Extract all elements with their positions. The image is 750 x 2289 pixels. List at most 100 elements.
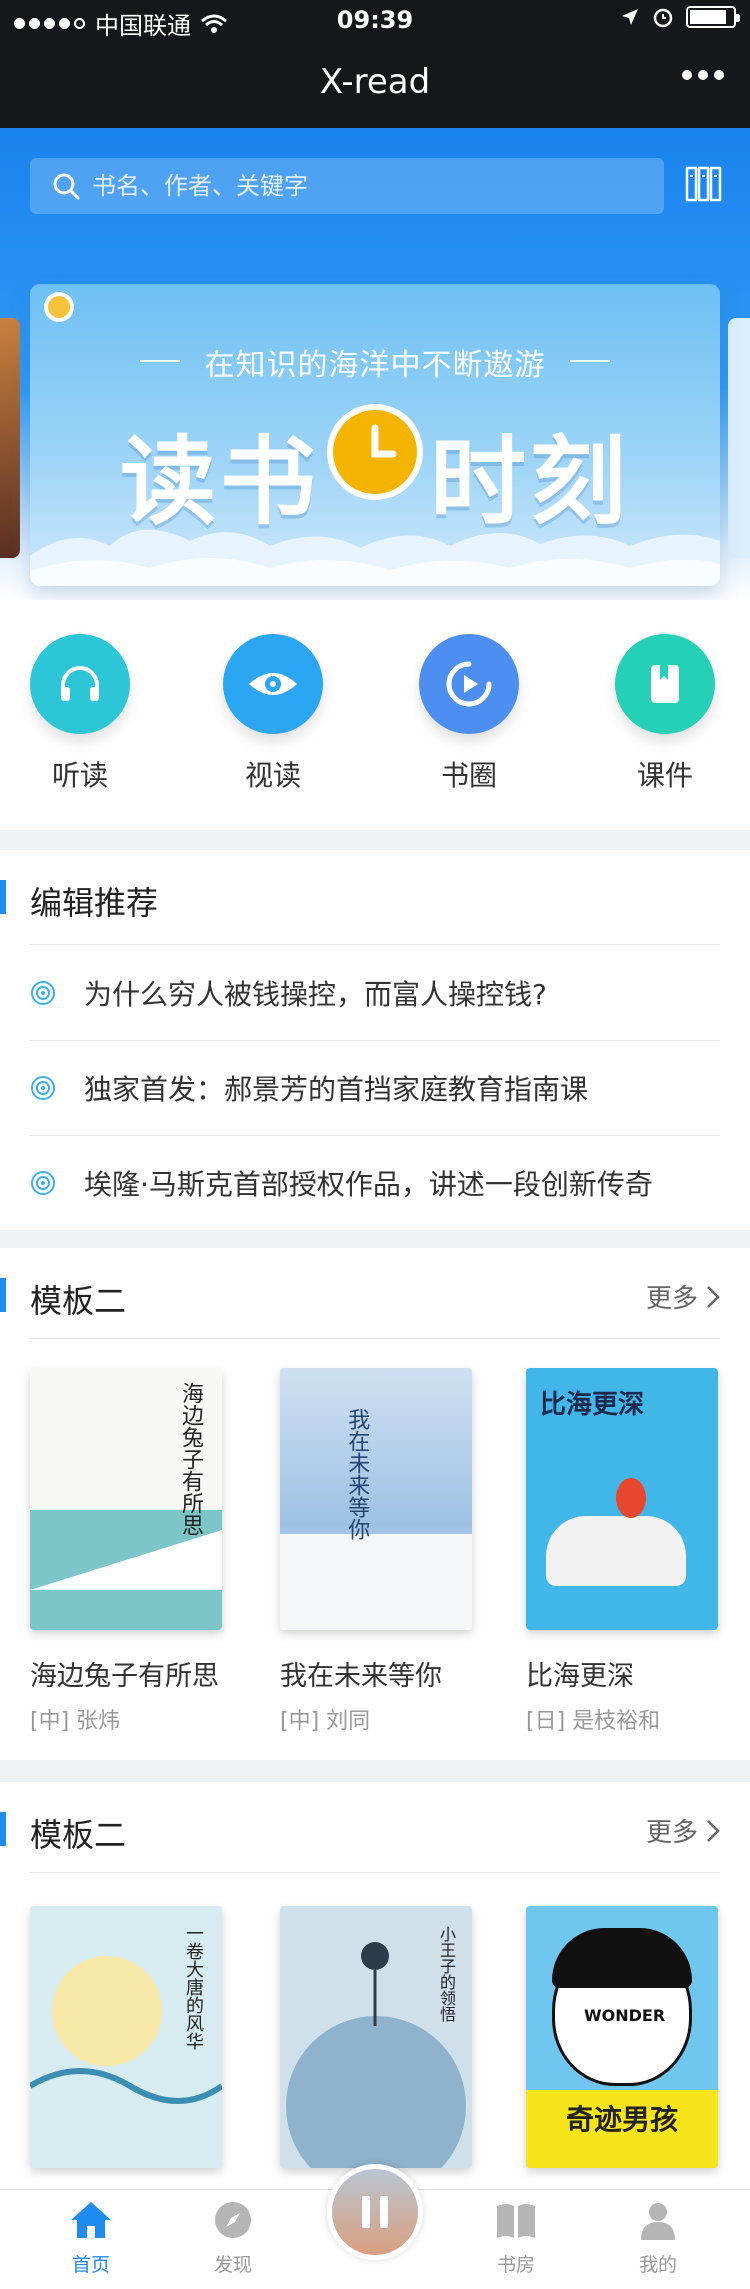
- banner-carousel-slide[interactable]: 在知识的海洋中不断遨游 读书 时刻: [30, 284, 720, 586]
- book-cover: 比海更深: [526, 1368, 718, 1630]
- section-header: 模板二 更多: [0, 1248, 750, 1344]
- cover-art: [552, 1928, 692, 1988]
- app-title: X-read: [319, 62, 431, 102]
- tab-label: 我的: [638, 2254, 677, 2276]
- template-section-1: 模板二 更多 海边兔子有所思 海边兔子有所思 [中] 张炜 我在未来等你 我在未…: [0, 1248, 750, 1760]
- section-title: 编辑推荐: [30, 884, 159, 922]
- section-header: 编辑推荐: [0, 850, 750, 946]
- banner-subtitle: 在知识的海洋中不断遨游: [204, 348, 546, 383]
- book-cover: 我在未来等你: [280, 1368, 472, 1630]
- quick-actions: 听读 视读 书圈 课件: [0, 600, 750, 830]
- audio-wave-icon: [31, 1076, 55, 1100]
- cover-title: 我在未来等你: [344, 1408, 370, 1540]
- book-author: [中] 刘同: [280, 1709, 371, 1734]
- tab-label: 发现: [213, 2254, 252, 2276]
- audio-wave-icon: [31, 981, 55, 1005]
- more-label: 更多: [645, 1818, 698, 1848]
- cover-art: [546, 1516, 686, 1586]
- hero-header: 在知识的海洋中不断遨游 读书时刻: [0, 128, 750, 600]
- eye-icon: [223, 634, 323, 734]
- cover-art: 奇迹男孩: [526, 2090, 718, 2168]
- cloud-decoration: [30, 529, 720, 586]
- divider: [30, 1338, 720, 1339]
- quick-action-circle[interactable]: 书圈: [394, 634, 544, 794]
- compass-icon: [215, 2202, 251, 2238]
- book-author: [日] 是枝裕和: [526, 1709, 661, 1734]
- cover-art: [52, 1956, 162, 2066]
- tab-study[interactable]: 书房: [466, 2200, 566, 2277]
- tab-label: 书房: [496, 2254, 535, 2276]
- battery-icon: [686, 6, 740, 28]
- open-book-icon: [497, 2204, 535, 2238]
- pause-icon: [362, 2196, 370, 2228]
- lamp-icon: [44, 292, 74, 322]
- audio-wave-icon: [31, 1171, 55, 1195]
- editor-picks-section: 编辑推荐 为什么穷人被钱操控，而富人操控钱? 独家首发：郝景芳的首挡家庭教育指南…: [0, 850, 750, 1230]
- quick-action-watch[interactable]: 视读: [198, 634, 348, 794]
- location-arrow-icon: [622, 9, 638, 25]
- divider: [30, 944, 720, 945]
- more-link[interactable]: 更多: [646, 1278, 720, 1315]
- more-options-button[interactable]: [682, 70, 724, 80]
- quick-action-label: 课件: [636, 759, 693, 792]
- book-cover: 小王子的领悟: [280, 1906, 472, 2168]
- cover-title: 奇迹男孩: [565, 2103, 678, 2136]
- book-card[interactable]: 海边兔子有所思 海边兔子有所思 [中] 张炜: [30, 1368, 222, 1735]
- section-title: 模板二: [30, 1816, 127, 1854]
- cover-art: [616, 1478, 646, 1518]
- audio-player-pause-button[interactable]: [327, 2164, 423, 2260]
- quick-action-courseware[interactable]: 课件: [590, 634, 740, 794]
- book-cover: 海边兔子有所思: [30, 1368, 222, 1630]
- headphones-icon: [30, 634, 130, 734]
- book-author: [中] 张炜: [30, 1709, 121, 1734]
- editor-pick-item[interactable]: 埃隆·马斯克首部授权作品，讲述一段创新传奇: [30, 1136, 720, 1230]
- book-card[interactable]: 我在未来等你 我在未来等你 [中] 刘同: [280, 1368, 472, 1735]
- bookshelf-icon[interactable]: [684, 164, 724, 204]
- book-card[interactable]: 比海更深 比海更深 [日] 是枝裕和: [526, 1368, 718, 1735]
- cover-title: 海边兔子有所思: [178, 1382, 203, 1536]
- carousel-prev-peek[interactable]: [0, 318, 20, 558]
- editor-pick-title: 独家首发：郝景芳的首挡家庭教育指南课: [84, 1073, 589, 1106]
- play-circle-icon: [419, 634, 519, 734]
- tab-home[interactable]: 首页: [41, 2200, 141, 2277]
- nav-bar: X-read: [0, 40, 750, 128]
- book-card[interactable]: WONDER 奇迹男孩: [526, 1906, 718, 2168]
- editor-pick-item[interactable]: 独家首发：郝景芳的首挡家庭教育指南课: [30, 1041, 720, 1135]
- editor-pick-title: 埃隆·马斯克首部授权作品，讲述一段创新传奇: [84, 1168, 653, 1201]
- section-title: 模板二: [30, 1282, 127, 1320]
- chevron-right-icon: [707, 1819, 720, 1842]
- tab-discover[interactable]: 发现: [183, 2200, 283, 2277]
- book-card[interactable]: 小王子的领悟: [280, 1906, 472, 2168]
- cover-title: 小王子的领悟: [437, 1926, 456, 2022]
- cover-title: 比海更深: [540, 1390, 645, 1420]
- divider: [30, 1872, 720, 1873]
- cover-title: 一卷大唐的风华: [183, 1924, 204, 2050]
- template-section-2: 模板二 更多 一卷大唐的风华 小王子的领悟 WONDER 奇迹男孩: [0, 1782, 750, 2189]
- home-icon: [71, 2202, 111, 2238]
- clock-icon: [327, 404, 423, 500]
- book-card[interactable]: 一卷大唐的风华: [30, 1906, 222, 2168]
- cover-art: [286, 2016, 466, 2168]
- editor-pick-item[interactable]: 为什么穷人被钱操控，而富人操控钱?: [30, 946, 720, 1040]
- search-input[interactable]: [92, 172, 632, 200]
- cover-art: [30, 2068, 222, 2104]
- quick-action-label: 听读: [51, 759, 108, 792]
- editor-pick-title: 为什么穷人被钱操控，而富人操控钱?: [84, 978, 547, 1011]
- quick-action-listen[interactable]: 听读: [5, 634, 155, 794]
- more-link[interactable]: 更多: [646, 1812, 720, 1849]
- bookmark-icon: [615, 634, 715, 734]
- search-icon: [53, 173, 80, 200]
- chevron-right-icon: [707, 1285, 720, 1308]
- book-cover: WONDER 奇迹男孩: [526, 1906, 718, 2168]
- carousel-next-peek[interactable]: [728, 318, 750, 558]
- cover-art: [361, 1942, 389, 2026]
- search-bar[interactable]: [30, 158, 664, 214]
- section-accent-bar: [0, 1278, 6, 1312]
- cover-logo: WONDER: [584, 2006, 666, 2025]
- tab-label: 首页: [71, 2254, 110, 2276]
- section-accent-bar: [0, 1812, 6, 1846]
- user-icon: [641, 2203, 675, 2240]
- tab-me[interactable]: 我的: [608, 2200, 708, 2277]
- status-bar: 中国联通 09:39: [0, 0, 750, 40]
- pause-icon: [380, 2196, 388, 2228]
